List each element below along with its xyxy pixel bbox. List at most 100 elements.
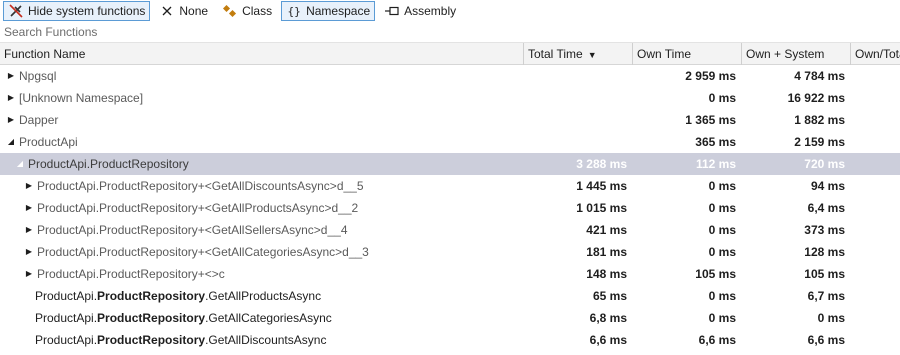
hide-system-functions-button[interactable]: Hide system functions — [3, 1, 151, 21]
hide-system-functions-icon — [8, 3, 24, 19]
group-none-button[interactable]: None — [154, 1, 213, 21]
function-name-cell: ▶ ProductApi.ProductRepository+<GetAllSe… — [0, 219, 524, 241]
close-icon — [159, 3, 175, 19]
function-name: [Unknown Namespace] — [19, 91, 144, 105]
total-time-cell: 6,6 ms — [589, 333, 627, 347]
group-class-button[interactable]: Class — [217, 1, 277, 21]
table-row[interactable]: ◢ ProductApi 365 ms 2 159 ms — [0, 131, 900, 153]
own-time-cell: 2 959 ms — [685, 69, 736, 83]
own-total-cell — [851, 241, 900, 263]
own-system-cell: 128 ms — [804, 245, 845, 259]
function-name-cell: ▶ ProductApi.ProductRepository+<GetAllDi… — [0, 175, 524, 197]
expand-arrow-icon[interactable]: ▶ — [23, 175, 35, 197]
table-row[interactable]: ▶ ProductApi.ProductRepository+<>c 148 m… — [0, 263, 900, 285]
group-assembly-label: Assembly — [404, 4, 457, 18]
toolbar: Hide system functions None Class {} Name… — [0, 0, 900, 22]
column-header-total-time[interactable]: Total Time ▼ — [524, 43, 633, 65]
own-time-cell: 365 ms — [695, 135, 736, 149]
table-row[interactable]: ProductApi. ProductRepository .GetAllProdu… — [0, 285, 900, 307]
table-row[interactable]: ▶ ProductApi.ProductRepository+<GetAllCa… — [0, 241, 900, 263]
group-namespace-label: Namespace — [306, 4, 371, 18]
assembly-icon — [384, 3, 400, 19]
function-name: ProductApi.ProductRepository+<GetAllSell… — [37, 223, 348, 237]
own-total-cell — [851, 109, 900, 131]
own-total-cell — [851, 87, 900, 109]
own-system-cell: 6,7 ms — [807, 289, 845, 303]
own-system-cell: 105 ms — [804, 267, 845, 281]
function-name: Dapper — [19, 113, 59, 127]
own-time-cell: 6,6 ms — [698, 333, 736, 347]
own-total-cell — [851, 153, 900, 175]
group-none-label: None — [179, 4, 209, 18]
own-time-cell: 0 ms — [708, 223, 736, 237]
column-header-own-total[interactable]: Own/Tota — [851, 43, 900, 65]
own-time-cell: 0 ms — [708, 289, 736, 303]
function-name-cell: ▶ ProductApi.ProductRepository+<>c — [0, 263, 524, 285]
table-row-selected[interactable]: ◢ ProductApi.ProductRepository 3 288 ms … — [0, 153, 900, 175]
expand-arrow-icon[interactable]: ▶ — [5, 87, 17, 109]
own-system-cell: 2 159 ms — [794, 135, 845, 149]
table-row[interactable]: ▶ [Unknown Namespace] 0 ms 16 922 ms — [0, 87, 900, 109]
table-row[interactable]: ▶ Npgsql 2 959 ms 4 784 ms — [0, 65, 900, 87]
column-header-function-name[interactable]: Function Name — [0, 43, 524, 65]
function-name: ProductApi.ProductRepository+<GetAllCate… — [37, 245, 369, 259]
expand-arrow-icon[interactable]: ▶ — [23, 197, 35, 219]
total-time-cell: 181 ms — [586, 245, 627, 259]
group-assembly-button[interactable]: Assembly — [379, 1, 461, 21]
table-row[interactable]: ▶ ProductApi.ProductRepository+<GetAllPr… — [0, 197, 900, 219]
function-name-method: .GetAllCategoriesAsync — [205, 311, 332, 325]
table-row[interactable]: ProductApi. ProductRepository .GetAllDisco… — [0, 329, 900, 351]
own-time-cell: 112 ms — [695, 157, 736, 171]
function-name-class: ProductRepository — [97, 333, 206, 347]
expand-arrow-icon[interactable]: ▶ — [23, 263, 35, 285]
total-time-cell: 421 ms — [586, 223, 627, 237]
total-time-cell: 3 288 ms — [576, 157, 627, 171]
table-row[interactable]: ProductApi. ProductRepository .GetAllCateg… — [0, 307, 900, 329]
own-system-cell: 4 784 ms — [794, 69, 845, 83]
search-input[interactable] — [4, 25, 604, 39]
function-name-class: ProductRepository — [97, 289, 206, 303]
own-time-cell: 0 ms — [708, 179, 736, 193]
total-time-cell: 148 ms — [586, 267, 627, 281]
function-name-prefix: ProductApi. — [35, 311, 98, 325]
table-row[interactable]: ▶ ProductApi.ProductRepository+<GetAllDi… — [0, 175, 900, 197]
total-time-cell: 65 ms — [592, 289, 627, 303]
function-name-cell: ▶ Dapper — [0, 109, 524, 131]
own-time-cell: 0 ms — [708, 91, 736, 105]
own-system-cell: 0 ms — [817, 311, 845, 325]
function-table: ▶ Npgsql 2 959 ms 4 784 ms ▶ [Unknown Na… — [0, 65, 900, 351]
own-time-cell: 0 ms — [708, 245, 736, 259]
expand-arrow-icon[interactable]: ▶ — [23, 219, 35, 241]
function-name-cell: ProductApi. ProductRepository .GetAllCateg… — [0, 307, 524, 329]
function-name: ProductApi.ProductRepository — [28, 157, 189, 171]
total-time-cell — [524, 131, 633, 153]
expand-arrow-icon[interactable]: ▶ — [5, 109, 17, 131]
own-time-cell: 1 365 ms — [685, 113, 736, 127]
own-system-cell: 16 922 ms — [787, 91, 845, 105]
function-name-cell: ▶ [Unknown Namespace] — [0, 87, 524, 109]
collapse-arrow-icon[interactable]: ◢ — [14, 153, 26, 175]
column-header-own-time[interactable]: Own Time — [633, 43, 742, 65]
own-system-cell: 373 ms — [804, 223, 845, 237]
own-time-cell: 0 ms — [708, 311, 736, 325]
function-name: ProductApi.ProductRepository+<GetAllProd… — [37, 201, 359, 215]
own-time-cell: 105 ms — [695, 267, 736, 281]
expand-arrow-icon[interactable]: ▶ — [23, 241, 35, 263]
own-total-cell — [851, 219, 900, 241]
table-row[interactable]: ▶ Dapper 1 365 ms 1 882 ms — [0, 109, 900, 131]
table-row[interactable]: ▶ ProductApi.ProductRepository+<GetAllSe… — [0, 219, 900, 241]
column-header-own-system[interactable]: Own + System — [742, 43, 851, 65]
group-class-label: Class — [242, 4, 273, 18]
hide-system-functions-label: Hide system functions — [28, 4, 146, 18]
collapse-arrow-icon[interactable]: ◢ — [5, 131, 17, 153]
table-header: Function Name Total Time ▼ Own Time Own +… — [0, 43, 900, 65]
own-time-cell: 0 ms — [708, 201, 736, 215]
function-name-method: .GetAllProductsAsync — [205, 289, 322, 303]
function-name-prefix: ProductApi. — [35, 333, 98, 347]
group-namespace-button[interactable]: {} Namespace — [281, 1, 376, 21]
own-system-cell: 6,6 ms — [807, 333, 845, 347]
expand-arrow-icon[interactable]: ▶ — [5, 65, 17, 87]
own-system-cell: 1 882 ms — [794, 113, 845, 127]
column-header-total-time-label: Total Time — [528, 47, 583, 61]
function-name-cell: ▶ ProductApi.ProductRepository+<GetAllCa… — [0, 241, 524, 263]
